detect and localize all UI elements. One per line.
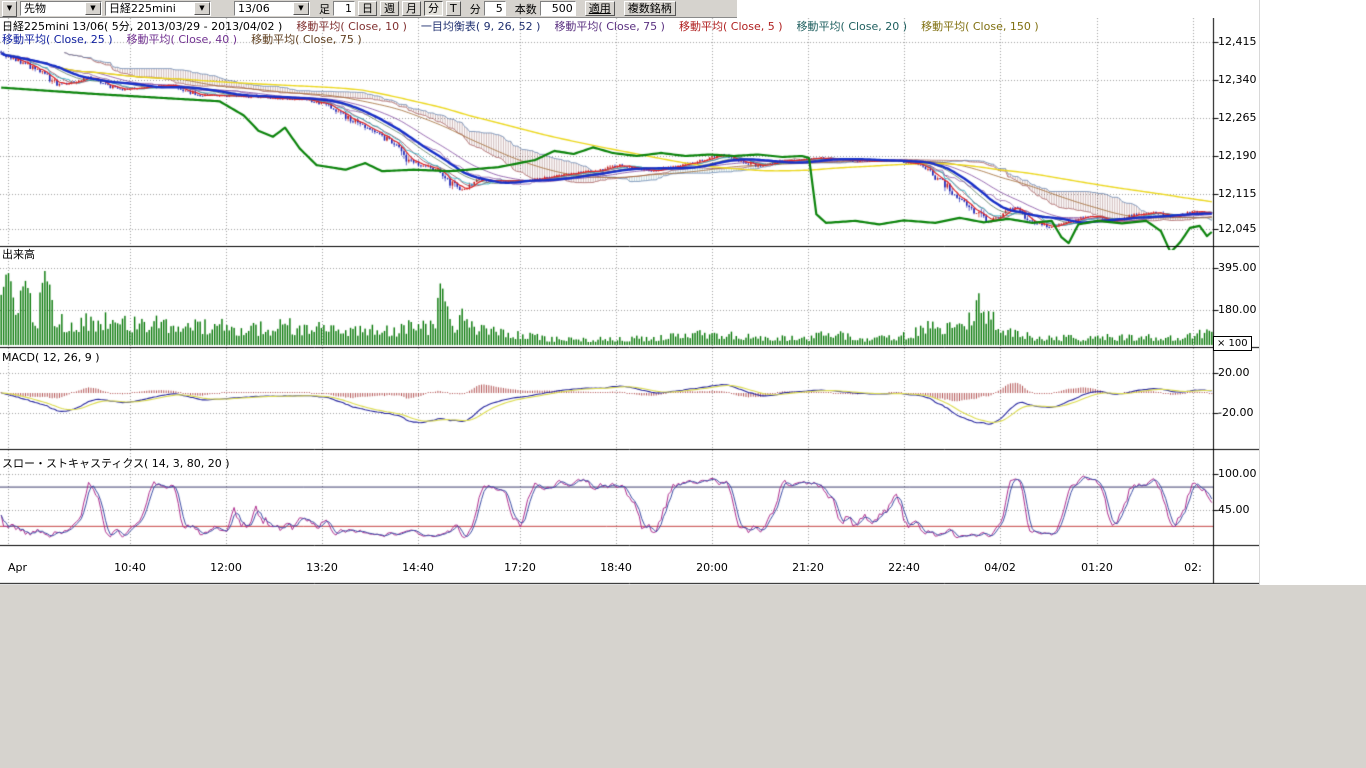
interval-input[interactable]: 1	[333, 1, 355, 16]
window-dropdown-icon[interactable]: ▼	[2, 1, 17, 17]
bar-type-label: 足	[319, 1, 330, 17]
axis-right-edge	[1259, 0, 1260, 585]
period-month-button[interactable]: 月	[402, 1, 421, 16]
tick-period-button[interactable]: T	[446, 1, 461, 16]
period-day-button[interactable]: 日	[358, 1, 377, 16]
period-week-button[interactable]: 週	[380, 1, 399, 16]
window-background	[0, 585, 1366, 768]
category-select[interactable]: 先物 ▼	[20, 1, 102, 16]
chart-application-window: ▼ 先物 ▼ 日経225mini ▼ 13/06 ▼ 足 1 日 週 月 分 T…	[0, 0, 1366, 768]
bar-count-label: 本数	[515, 1, 537, 17]
bar-count-input[interactable]: 500	[540, 1, 576, 16]
symbol-select[interactable]: 日経225mini ▼	[105, 1, 211, 16]
symbol-value: 日経225mini	[106, 2, 194, 15]
multi-symbol-button[interactable]: 複数銘柄	[624, 1, 676, 16]
period-minute-button[interactable]: 分	[424, 1, 443, 16]
apply-button[interactable]: 適用	[585, 1, 615, 16]
category-value: 先物	[21, 2, 85, 15]
contract-month-select[interactable]: 13/06 ▼	[234, 1, 310, 16]
chevron-down-icon[interactable]: ▼	[293, 2, 309, 15]
volume-multiplier-badge: × 100	[1213, 336, 1252, 351]
contract-month-value: 13/06	[235, 2, 293, 15]
chevron-down-icon[interactable]: ▼	[85, 2, 101, 15]
minute-unit-label: 分	[470, 1, 481, 17]
minute-count-input[interactable]: 5	[484, 1, 506, 16]
chevron-down-icon[interactable]: ▼	[194, 2, 210, 15]
toolbar: ▼ 先物 ▼ 日経225mini ▼ 13/06 ▼ 足 1 日 週 月 分 T…	[0, 0, 737, 18]
chart-canvas[interactable]	[0, 18, 1259, 585]
